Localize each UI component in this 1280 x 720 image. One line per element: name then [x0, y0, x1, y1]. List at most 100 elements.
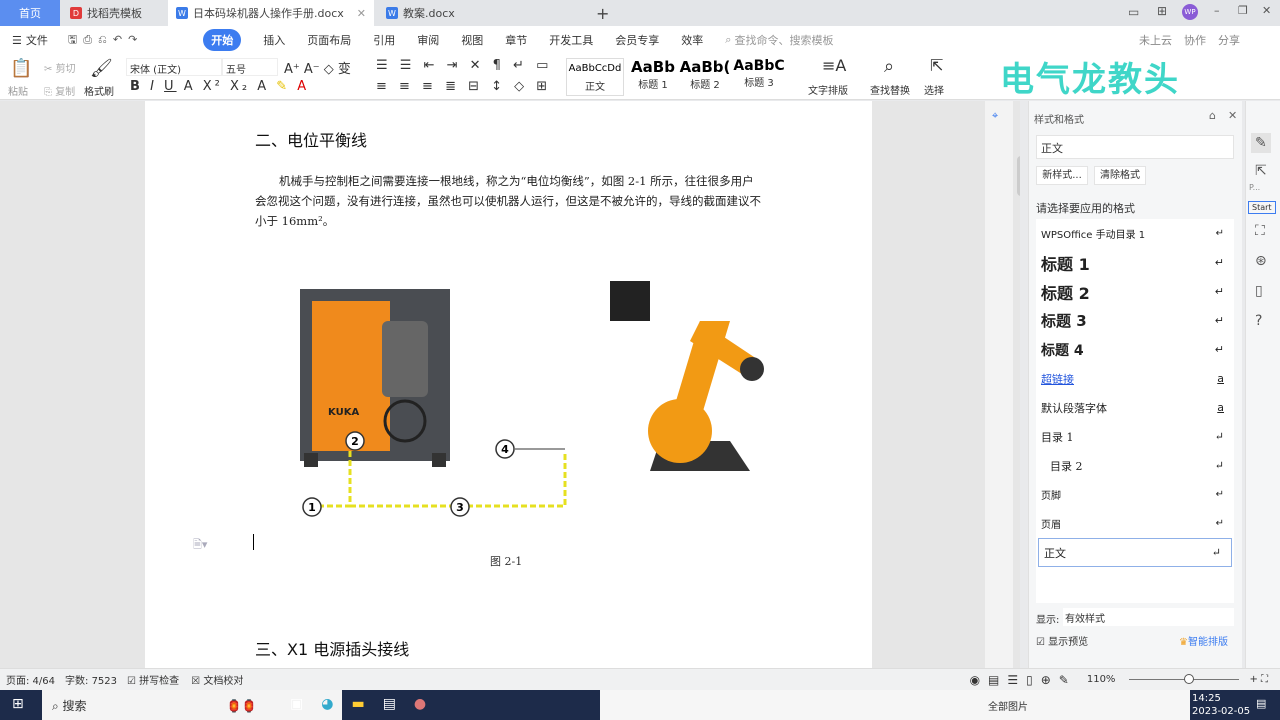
- smart-layout-button[interactable]: ♛智能排版: [1179, 633, 1228, 648]
- style-preview: AaBbCcDd: [568, 63, 622, 74]
- panel-title[interactable]: 样式和格式: [1034, 111, 1084, 126]
- style-pen-icon[interactable]: ✎: [1251, 133, 1271, 153]
- tab-home[interactable]: 首页: [0, 0, 60, 26]
- select-button[interactable]: 选择: [924, 82, 944, 97]
- style-item[interactable]: 目录 1 ↵: [1036, 422, 1234, 451]
- book-icon[interactable]: ▯: [1255, 283, 1263, 299]
- command-search-input[interactable]: 查找命令、搜索模板: [734, 32, 833, 48]
- tab-active-document[interactable]: W 日本码垛机器人操作手册.docx ✕: [168, 0, 374, 26]
- style-heading-2[interactable]: AaBb(标题 2: [676, 58, 734, 96]
- menu-insert[interactable]: 插入: [263, 32, 285, 48]
- new-tab-button[interactable]: +: [588, 0, 617, 26]
- location-pin-icon[interactable]: ⌖: [992, 109, 998, 123]
- style-item[interactable]: 标题 1 ↵: [1036, 248, 1234, 277]
- menu-section[interactable]: 章节: [505, 32, 527, 48]
- tab-other-document[interactable]: W 教案.docx: [378, 0, 578, 26]
- menu-efficiency[interactable]: 效率: [681, 32, 703, 48]
- collab-button[interactable]: 协作: [1184, 32, 1206, 48]
- restore-button[interactable]: ❐: [1238, 4, 1248, 17]
- style-item[interactable]: 标题 4 ↵: [1036, 335, 1234, 364]
- hamburger-icon[interactable]: ☰: [12, 34, 22, 47]
- zoom-slider[interactable]: [1129, 674, 1240, 684]
- proofread-button[interactable]: ☒ 文档校对: [191, 672, 243, 687]
- all-images-label[interactable]: 全部图片: [988, 698, 1028, 713]
- font-tools-icons[interactable]: A⁺ A⁻ ◇ 变: [284, 58, 351, 77]
- cursor-icon[interactable]: ⇱: [1255, 163, 1267, 179]
- paste-button[interactable]: 粘贴: [8, 83, 28, 98]
- layout-icon[interactable]: ▭: [1128, 5, 1139, 19]
- cut-button[interactable]: ✂ 剪切: [44, 60, 76, 75]
- minimize-button[interactable]: –: [1214, 4, 1220, 17]
- pin-icon[interactable]: ⌂: [1209, 109, 1216, 122]
- font-format-icons[interactable]: B I U A X² X₂ A ✎ A: [130, 79, 309, 94]
- pinned-app-icons[interactable]: ▣◕▬▤●: [290, 696, 444, 712]
- style-item[interactable]: WPSOffice 手动目录 1 ↵: [1036, 219, 1234, 248]
- close-icon[interactable]: ✕: [357, 7, 366, 20]
- avatar[interactable]: WP: [1182, 4, 1198, 20]
- new-style-button[interactable]: 新样式...: [1036, 166, 1088, 185]
- close-window-button[interactable]: ✕: [1262, 4, 1271, 17]
- help-icon[interactable]: ?: [1255, 313, 1262, 329]
- body-paragraph: 机械手与控制柜之间需要连接一根地线，称之为“电位均衡线”，如图 2-1 所示，往…: [255, 174, 761, 228]
- style-normal[interactable]: AaBbCcDd 正文: [566, 58, 624, 96]
- font-family-select[interactable]: 宋体 (正文): [126, 58, 222, 76]
- image-thumbnails[interactable]: 全部图片: [600, 690, 1190, 720]
- tab-template[interactable]: D 找稻壳模板: [62, 0, 170, 26]
- proof-label: 文档校对: [203, 676, 244, 687]
- apps-grid-icon[interactable]: ⊞: [1157, 4, 1167, 18]
- style-item[interactable]: 目录 2 ↵: [1036, 451, 1234, 480]
- style-heading-1[interactable]: AaBb 标题 1: [624, 58, 682, 96]
- style-item-selected[interactable]: 正文 ↵: [1038, 538, 1232, 567]
- font-size-select[interactable]: 五号: [222, 58, 278, 76]
- paragraph-tools-icons[interactable]: ☰ ☰ ⇤ ⇥ ✕ ¶ ↵ ▭: [376, 58, 552, 73]
- menu-developer[interactable]: 开发工具: [549, 32, 593, 48]
- format-painter-button[interactable]: 格式刷: [84, 83, 114, 98]
- copy-button[interactable]: ⎘ 复制: [44, 83, 75, 98]
- current-style-select[interactable]: 正文: [1036, 135, 1234, 159]
- menu-home[interactable]: 开始: [203, 29, 242, 51]
- paste-icon[interactable]: 📋: [10, 58, 32, 79]
- menu-view[interactable]: 视图: [461, 32, 483, 48]
- text-layout-button[interactable]: 文字排版: [808, 82, 848, 97]
- spell-check-button[interactable]: ☑ 拼写检查: [127, 672, 179, 687]
- paragraph-marker-icon[interactable]: 🗎▾: [193, 536, 207, 555]
- menu-references[interactable]: 引用: [373, 32, 395, 48]
- show-select[interactable]: 有效样式: [1063, 608, 1234, 626]
- style-item[interactable]: 标题 2 ↵: [1036, 277, 1234, 306]
- notification-icon[interactable]: ▤: [1256, 697, 1266, 710]
- alignment-icons[interactable]: ≡ ≡ ≡ ≣ ⊟ ↕ ◇ ⊞: [376, 79, 551, 94]
- document-page[interactable]: 二、电位平衡线 机械手与控制柜之间需要连接一根地线，称之为“电位均衡线”，如图 …: [145, 101, 872, 668]
- menu-review[interactable]: 审阅: [417, 32, 439, 48]
- style-item[interactable]: 页眉 ↵: [1036, 509, 1234, 538]
- word-count[interactable]: 字数: 7523: [65, 672, 117, 687]
- quick-access-icons[interactable]: 🖫⎙⎌↶↷: [68, 31, 143, 50]
- clock[interactable]: 14:25 2023-02-05: [1192, 692, 1250, 718]
- image-icon[interactable]: ⛶: [1255, 223, 1265, 239]
- format-painter-icon[interactable]: 🖌: [90, 58, 113, 79]
- cloud-button[interactable]: 未上云: [1139, 32, 1172, 48]
- file-menu[interactable]: 文件: [26, 32, 48, 48]
- style-heading-3[interactable]: AaBbC 标题 3: [730, 58, 788, 96]
- close-panel-icon[interactable]: ✕: [1228, 109, 1237, 122]
- style-preview: AaBb: [631, 58, 675, 76]
- zoom-level[interactable]: 110%: [1087, 674, 1116, 685]
- vertical-scrollbar[interactable]: [1017, 156, 1020, 196]
- svg-text:3: 3: [456, 501, 464, 514]
- location-icon[interactable]: ⊛: [1255, 253, 1267, 269]
- style-item[interactable]: 页脚 ↵: [1036, 480, 1234, 509]
- find-replace-button[interactable]: 查找替换: [870, 82, 910, 97]
- menu-page-layout[interactable]: 页面布局: [307, 32, 351, 48]
- style-item[interactable]: 默认段落字体 a: [1036, 393, 1234, 422]
- view-mode-icons[interactable]: ◉▤☰▯⊕✎: [970, 673, 1077, 687]
- page-count[interactable]: 页面: 4/64: [6, 672, 55, 687]
- menu-member[interactable]: 会员专享: [615, 32, 659, 48]
- style-item[interactable]: 超链接 a: [1036, 364, 1234, 393]
- share-button[interactable]: 分享: [1218, 32, 1240, 48]
- clear-format-button[interactable]: 清除格式: [1094, 166, 1146, 185]
- start-button[interactable]: Start: [1248, 201, 1276, 214]
- style-item[interactable]: 标题 3 ↵: [1036, 306, 1234, 335]
- zoom-in-button[interactable]: + ⛶: [1249, 674, 1268, 685]
- windows-start-icon[interactable]: ⊞: [12, 696, 24, 712]
- preview-checkbox[interactable]: ☑ 显示预览: [1036, 633, 1088, 648]
- lantern-icon: 🏮🏮: [226, 699, 257, 713]
